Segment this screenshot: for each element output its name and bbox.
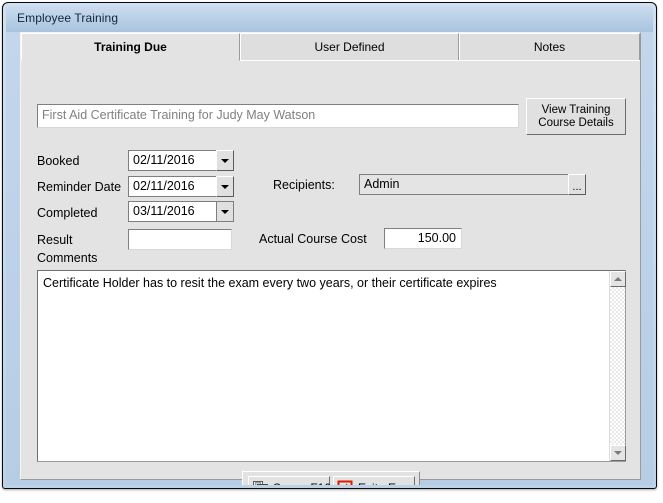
window-inner: Employee Training Training Due User Defi… [6,6,653,485]
actual-course-cost-label: Actual Course Cost [259,232,367,246]
comments-text: Certificate Holder has to resit the exam… [43,276,497,290]
client-area: Training Due User Defined Notes First Ai… [20,32,641,485]
recipients-browse-button[interactable]: ... [568,174,586,195]
scroll-up-arrow-icon[interactable] [610,271,626,287]
result-input[interactable] [128,229,232,250]
employee-training-window: Employee Training Training Due User Defi… [2,2,657,489]
comments-scrollbar[interactable] [609,271,626,461]
tab-page-training-due: First Aid Certificate Training for Judy … [21,60,640,485]
tab-notes[interactable]: Notes [459,33,640,61]
save-icon [253,480,268,485]
view-details-line-2: Course Details [538,117,614,129]
view-training-course-details-button[interactable]: View Training Course Details [526,98,626,135]
tab-user-defined-label: User Defined [314,40,385,54]
tab-training-due-label: Training Due [94,40,167,54]
recipients-label: Recipients: [273,178,335,192]
save-button[interactable]: Save : F10 [248,476,331,485]
reminder-date-value[interactable]: 02/11/2016 [128,176,216,197]
title-bar: Employee Training [6,6,653,32]
recipients-control: Admin ... [359,174,586,195]
tab-training-due[interactable]: Training Due [21,33,240,61]
window-title: Employee Training [17,11,119,25]
comments-label: Comments [37,251,98,265]
comments-textarea[interactable]: Certificate Holder has to resit the exam… [37,270,626,462]
completed-label: Completed [37,206,98,220]
exit-icon [337,480,353,485]
chevron-down-icon[interactable] [216,176,234,197]
view-details-line-1: View Training [541,104,611,116]
reminder-date-label: Reminder Date [37,180,122,194]
tab-user-defined[interactable]: User Defined [240,33,459,61]
completed-date-combo[interactable]: 03/11/2016 [128,201,234,222]
save-button-label: Save : F10 [273,481,331,485]
command-button-bar: Save : F10 Exit : Esc [242,471,420,485]
booked-date-value[interactable]: 02/11/2016 [128,150,216,171]
course-title-field[interactable]: First Aid Certificate Training for Judy … [37,104,519,128]
chevron-down-icon[interactable] [216,150,234,171]
scroll-down-arrow-icon[interactable] [610,445,626,461]
actual-course-cost-input[interactable]: 150.00 [384,228,462,249]
chevron-down-icon[interactable] [216,201,234,222]
scrollbar-track[interactable] [610,287,625,445]
booked-label: Booked [37,154,80,168]
tab-notes-label: Notes [533,40,566,54]
recipients-value[interactable]: Admin [359,174,568,195]
exit-button[interactable]: Exit : Esc [333,476,415,485]
reminder-date-combo[interactable]: 02/11/2016 [128,176,234,197]
tab-strip: Training Due User Defined Notes [21,33,640,61]
result-label: Result [37,233,73,247]
booked-date-combo[interactable]: 02/11/2016 [128,150,234,171]
exit-button-label: Exit : Esc [358,481,408,485]
completed-date-value[interactable]: 03/11/2016 [128,201,216,222]
